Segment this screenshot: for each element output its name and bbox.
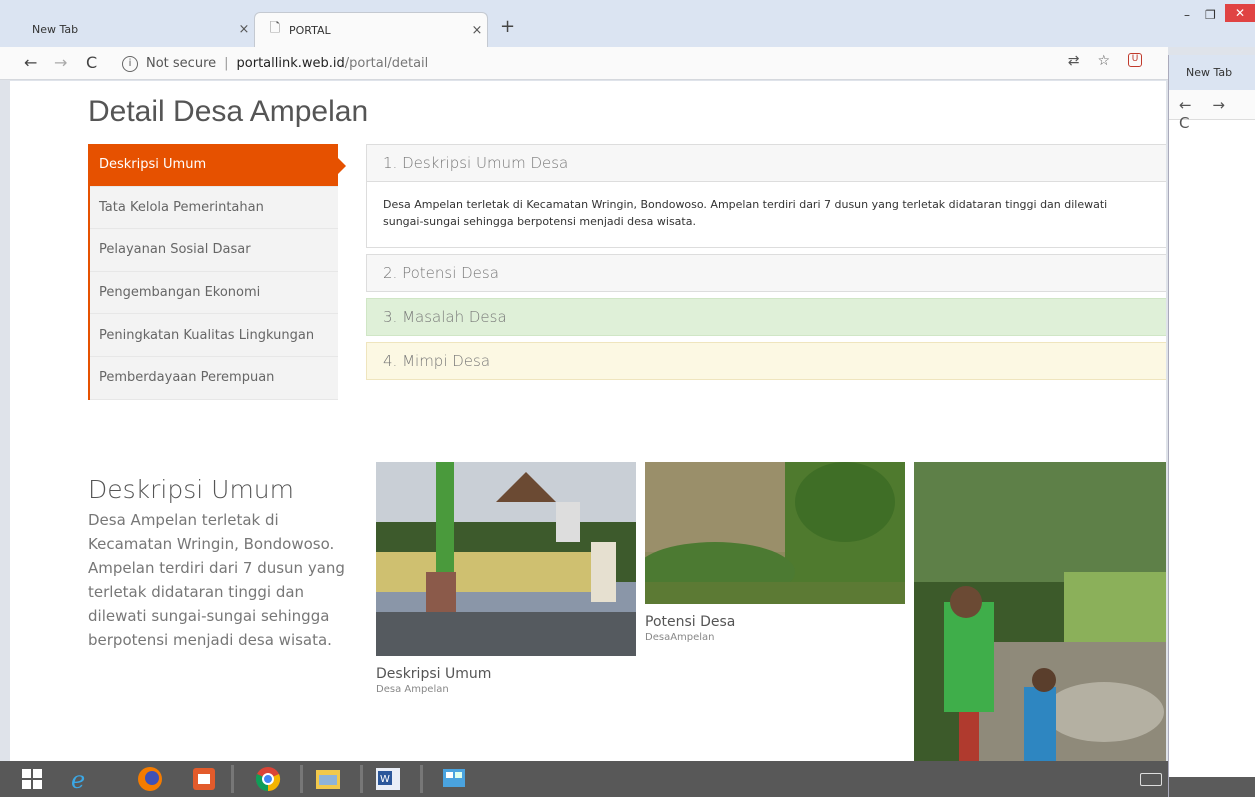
taskbar-separator: [300, 765, 303, 793]
tab-new-tab[interactable]: New Tab ×: [24, 12, 254, 47]
address-actions: ⇄ ☆ U: [1068, 53, 1142, 69]
address-bar[interactable]: i Not secure | portallink.web.id/portal/…: [116, 51, 1156, 76]
close-icon[interactable]: ×: [467, 23, 487, 38]
gallery-title: Deskripsi Umum: [376, 666, 492, 682]
menu-item-kualitas-lingkungan[interactable]: Peningkatan Kualitas Lingkungan: [90, 314, 338, 357]
gallery-item-deskripsi[interactable]: Deskripsi Umum Desa Ampelan: [376, 462, 636, 695]
village-office-photo[interactable]: [376, 462, 636, 656]
info-icon[interactable]: i: [122, 55, 138, 72]
maximize-icon[interactable]: ❐: [1205, 8, 1216, 22]
address-host: portallink.web.id: [236, 56, 345, 71]
description-title: Deskripsi Umum: [88, 475, 294, 504]
new-tab-button[interactable]: +: [500, 16, 515, 37]
accordion-header-mimpi[interactable]: 4. Mimpi Desa: [366, 342, 1166, 380]
second-browser-window[interactable]: New Tab ← → C: [1168, 55, 1255, 797]
menu-item-tata-kelola[interactable]: Tata Kelola Pemerintahan: [90, 186, 338, 230]
minimize-icon[interactable]: –: [1184, 8, 1190, 22]
extension-icon[interactable]: U: [1128, 53, 1142, 67]
presentation-icon[interactable]: [190, 765, 218, 793]
river-photo[interactable]: [914, 462, 1166, 761]
windows-start-icon[interactable]: [18, 765, 46, 793]
tab-label: PORTAL: [289, 23, 331, 37]
gallery-item-sungai[interactable]: [914, 462, 1166, 761]
page-icon: 🗋: [269, 21, 281, 36]
close-icon[interactable]: ×: [234, 22, 254, 37]
menu-item-pelayanan-sosial[interactable]: Pelayanan Sosial Dasar: [90, 229, 338, 272]
forward-icon[interactable]: →: [54, 53, 67, 72]
gallery-subtitle: DesaAmpelan: [645, 632, 715, 643]
close-window-icon[interactable]: ✕: [1225, 4, 1255, 22]
cliff-vegetation-photo[interactable]: [645, 462, 905, 604]
menu-item-pemberdayaan-perempuan[interactable]: Pemberdayaan Perempuan: [90, 356, 338, 400]
svg-text:e: e: [71, 766, 85, 792]
address-separator: |: [224, 56, 229, 71]
description-block: Deskripsi Umum Desa Ampelan terletak di …: [88, 475, 348, 652]
menu-item-deskripsi-umum[interactable]: Deskripsi Umum: [90, 144, 346, 187]
file-manager-icon[interactable]: [314, 765, 342, 793]
firefox-icon[interactable]: [136, 765, 164, 793]
star-icon[interactable]: ☆: [1097, 53, 1110, 69]
internet-explorer-icon[interactable]: e: [66, 765, 94, 793]
control-panel-icon[interactable]: [440, 765, 468, 793]
side-menu: Deskripsi Umum Tata Kelola Pemerintahan …: [88, 144, 346, 400]
gallery-title: Potensi Desa: [645, 614, 736, 630]
accordion-header-masalah[interactable]: 3. Masalah Desa: [366, 298, 1166, 336]
page-content: Detail Desa Ampelan Deskripsi Umum Tata …: [10, 81, 1166, 761]
page-title: Detail Desa Ampelan: [88, 95, 369, 128]
translate-icon[interactable]: ⇄: [1068, 53, 1080, 69]
tab-portal[interactable]: 🗋 PORTAL ×: [254, 12, 488, 47]
second-window-taskbar: [1169, 777, 1255, 797]
menu-item-pengembangan-ekonomi[interactable]: Pengembangan Ekonomi: [90, 271, 338, 315]
accordion-header-deskripsi[interactable]: 1. Deskripsi Umum Desa: [366, 144, 1166, 182]
taskbar-separator: [360, 765, 363, 793]
browser-tab-strip: New Tab × 🗋 PORTAL × + – ❐ ✕: [0, 0, 1255, 47]
accordion-body-deskripsi: Desa Ampelan terletak di Kecamatan Wring…: [366, 182, 1166, 248]
gallery-subtitle: Desa Ampelan: [376, 684, 449, 695]
back-icon[interactable]: ←: [24, 53, 37, 72]
gallery-item-potensi[interactable]: Potensi Desa DesaAmpelan: [645, 462, 905, 643]
address-path: /portal/detail: [344, 56, 429, 71]
taskbar: e W: [0, 761, 1168, 797]
tab-label: New Tab: [32, 23, 79, 36]
second-window-tab[interactable]: New Tab: [1169, 55, 1255, 90]
chrome-icon[interactable]: [254, 765, 282, 793]
word-icon[interactable]: W: [374, 765, 402, 793]
reload-icon[interactable]: C: [86, 53, 97, 72]
taskbar-separator: [420, 765, 423, 793]
svg-text:W: W: [380, 774, 390, 785]
security-label: Not secure: [146, 56, 217, 71]
keyboard-icon[interactable]: [1140, 773, 1162, 786]
second-window-nav[interactable]: ← → C: [1169, 90, 1255, 132]
accordion: 1. Deskripsi Umum Desa Desa Ampelan terl…: [366, 144, 1166, 380]
taskbar-separator: [231, 765, 234, 793]
description-text: Desa Ampelan terletak di Kecamatan Wring…: [88, 511, 345, 649]
browser-toolbar: ← → C i Not secure | portallink.web.id/p…: [0, 47, 1168, 80]
accordion-header-potensi[interactable]: 2. Potensi Desa: [366, 254, 1166, 292]
